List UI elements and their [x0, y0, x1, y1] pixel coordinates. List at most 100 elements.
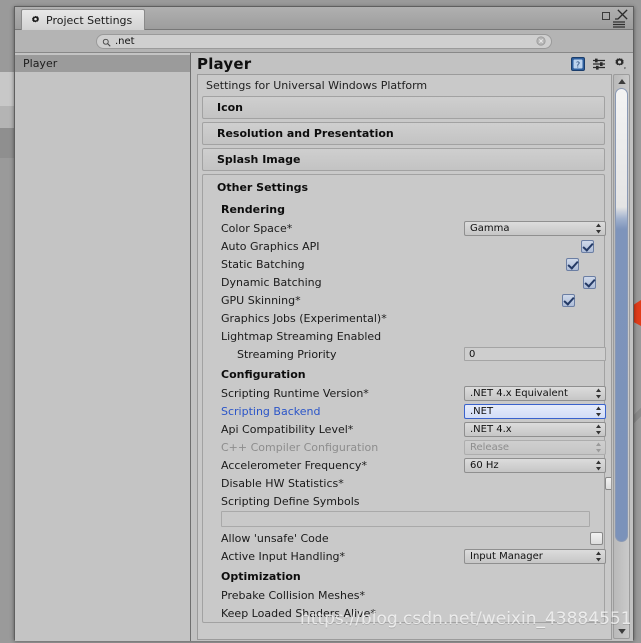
dropdown-value: Release	[470, 441, 510, 453]
foldout-label: Resolution and Presentation	[217, 127, 394, 140]
settings-category-list: Player	[15, 53, 191, 641]
foldout-label: Splash Image	[217, 153, 301, 166]
setting-row-gpu-skinning: GPU Skinning*	[203, 291, 604, 309]
setting-row-scripting-define-symbols: Scripting Define Symbols	[203, 492, 604, 510]
scroll-up-arrow-icon[interactable]	[614, 76, 629, 87]
dropdown-value: Input Manager	[470, 550, 543, 562]
foldout-label: Icon	[217, 101, 244, 114]
tab-project-settings[interactable]: Project Settings	[21, 9, 146, 30]
foldout-splash-image[interactable]: Splash Image	[202, 148, 605, 171]
setting-label-scripting-define-symbols: Scripting Define Symbols	[221, 494, 360, 508]
number-field-streaming-priority[interactable]: 0	[464, 347, 606, 361]
checkbox-gpu-skinning[interactable]	[561, 293, 575, 307]
scrollbar-thumb[interactable]	[615, 88, 628, 542]
search-icon	[102, 37, 111, 47]
group-title-optimization: Optimization	[221, 570, 301, 583]
setting-label-prebake-collision-meshes: Prebake Collision Meshes*	[221, 588, 365, 602]
setting-label-dynamic-batching: Dynamic Batching	[221, 275, 322, 289]
setting-row-streaming-priority: Streaming Priority 0	[203, 345, 606, 363]
group-title-rendering: Rendering	[221, 203, 285, 216]
sidebar-item-player[interactable]: Player	[15, 55, 190, 72]
checkbox-disable-hw-statistics[interactable]	[604, 476, 611, 490]
dropdown-active-input-handling[interactable]: Input Manager	[464, 548, 606, 564]
foldout-icon[interactable]: Icon	[202, 96, 605, 119]
inspector-panel: Settings for Universal Windows Platform …	[197, 74, 612, 640]
gear-icon[interactable]	[613, 57, 627, 71]
setting-row-active-input-handling: Active Input Handling* Input Manager	[203, 547, 606, 565]
vertical-scrollbar[interactable]	[613, 74, 630, 639]
setting-row-scripting-runtime-version: Scripting Runtime Version* .NET 4.x Equiv…	[203, 384, 606, 402]
group-title-configuration: Configuration	[221, 368, 306, 381]
minimize-button[interactable]	[602, 8, 610, 20]
checkbox-dynamic-batching[interactable]	[582, 275, 596, 289]
setting-label-auto-graphics-api: Auto Graphics API	[221, 239, 320, 253]
setting-row-c-compiler-configuration: C++ Compiler Configuration Release	[203, 438, 606, 456]
dropdown-value: .NET 4.x Equivalent	[470, 387, 568, 399]
dropdown-scripting-backend[interactable]: .NET	[464, 403, 606, 419]
setting-label-lightmap-streaming-enabled: Lightmap Streaming Enabled	[221, 329, 382, 343]
setting-label-static-batching: Static Batching	[221, 257, 305, 271]
setting-row-color-space: Color Space* Gamma	[203, 219, 606, 237]
window-menu-icon[interactable]	[613, 18, 629, 28]
foldout-resolution-and-presentation[interactable]: Resolution and Presentation	[202, 122, 605, 145]
setting-label-graphics-jobs-experimental: Graphics Jobs (Experimental)*	[221, 311, 387, 325]
foldout-other-settings[interactable]: Other Settings Rendering Color Space* Gamm…	[202, 174, 611, 623]
setting-row-allow-unsafe-code: Allow 'unsafe' Code	[203, 529, 604, 547]
setting-label-scripting-backend: Scripting Backend	[221, 404, 321, 418]
setting-label-active-input-handling: Active Input Handling*	[221, 549, 346, 563]
help-icon[interactable]: ?	[571, 56, 585, 71]
dropdown-value: .NET 4.x	[470, 423, 512, 435]
dropdown-value: .NET	[470, 405, 494, 417]
checkbox-allow-unsafe-code[interactable]	[589, 531, 603, 545]
content-header: Player ?	[191, 53, 633, 74]
setting-row-lightmap-streaming-enabled: Lightmap Streaming Enabled	[203, 327, 604, 345]
setting-row-scripting-backend: Scripting Backend .NET	[203, 402, 606, 420]
setting-label-streaming-priority: Streaming Priority	[237, 347, 337, 361]
scroll-down-arrow-icon[interactable]	[614, 626, 629, 637]
clear-icon[interactable]	[536, 36, 546, 46]
window-body: Player Player ? Settings for Universal W…	[15, 53, 633, 641]
settings-content: Player ? Settings for Universal Windows …	[191, 53, 633, 641]
number-field-value: 0	[469, 348, 476, 360]
chevron-updown-icon	[595, 388, 602, 399]
other-settings-title: Other Settings	[217, 181, 309, 194]
text-field-scripting-define-symbols[interactable]	[221, 511, 590, 527]
setting-label-accelerometer-frequency: Accelerometer Frequency*	[221, 458, 367, 472]
search-input[interactable]	[115, 34, 536, 48]
dropdown-api-compatibility-level[interactable]: .NET 4.x	[464, 421, 606, 437]
search-box[interactable]	[96, 33, 552, 49]
setting-row-dynamic-batching: Dynamic Batching	[203, 273, 604, 291]
settings-for-label: Settings for Universal Windows Platform	[206, 79, 428, 92]
gear-icon	[30, 15, 41, 26]
checkbox-static-batching[interactable]	[565, 257, 579, 271]
sidebar-item-label: Player	[23, 57, 58, 70]
dropdown-accelerometer-frequency[interactable]: 60 Hz	[464, 457, 606, 473]
setting-row-api-compatibility-level: Api Compatibility Level* .NET 4.x	[203, 420, 606, 438]
setting-label-gpu-skinning: GPU Skinning*	[221, 293, 301, 307]
dropdown-color-space[interactable]: Gamma	[464, 220, 606, 236]
dropdown-value: 60 Hz	[470, 459, 499, 471]
setting-row-graphics-jobs-experimental: Graphics Jobs (Experimental)*	[203, 309, 604, 327]
setting-label-disable-hw-statistics: Disable HW Statistics*	[221, 476, 344, 490]
setting-row-prebake-collision-meshes: Prebake Collision Meshes*	[203, 586, 604, 604]
setting-row-static-batching: Static Batching	[203, 255, 604, 273]
setting-label-c-compiler-configuration: C++ Compiler Configuration	[221, 440, 379, 454]
setting-row-disable-hw-statistics: Disable HW Statistics*	[203, 474, 611, 492]
checkbox-auto-graphics-api[interactable]	[580, 239, 594, 253]
setting-label-scripting-runtime-version: Scripting Runtime Version*	[221, 386, 369, 400]
setting-label-api-compatibility-level: Api Compatibility Level*	[221, 422, 354, 436]
preset-icon[interactable]	[592, 57, 606, 71]
chevron-updown-icon	[595, 460, 602, 471]
backdrop-left-panels	[0, 72, 14, 202]
setting-row-keep-loaded-shaders-alive: Keep Loaded Shaders Alive*	[203, 604, 604, 622]
page-title: Player	[197, 54, 252, 73]
chevron-updown-icon	[595, 551, 602, 562]
setting-label-keep-loaded-shaders-alive: Keep Loaded Shaders Alive*	[221, 606, 376, 620]
settings-groups: Rendering Color Space* Gamma Auto Graphics …	[203, 198, 611, 622]
setting-label-color-space: Color Space*	[221, 221, 293, 235]
dropdown-c-compiler-configuration: Release	[464, 439, 606, 455]
dropdown-scripting-runtime-version[interactable]: .NET 4.x Equivalent	[464, 385, 606, 401]
chevron-updown-icon	[595, 424, 602, 435]
chevron-updown-icon	[595, 442, 602, 453]
dropdown-value: Gamma	[470, 222, 510, 234]
